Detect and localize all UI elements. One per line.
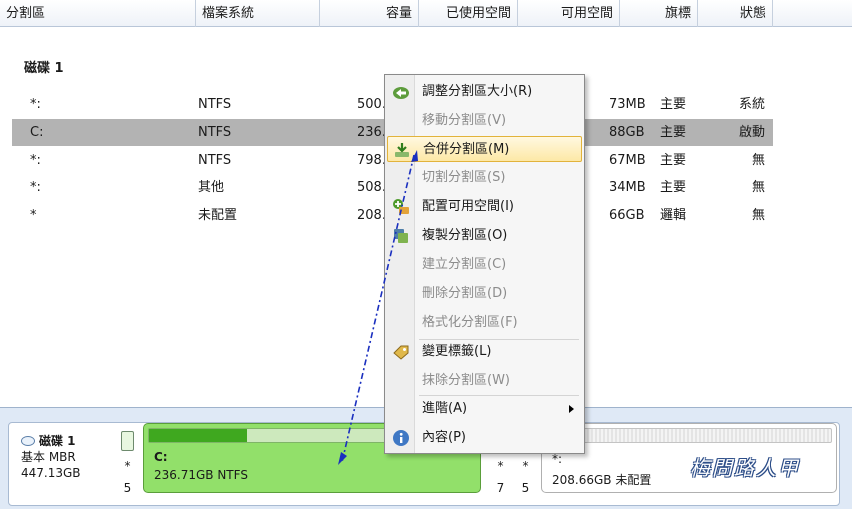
menu-item-label: 內容(P) bbox=[422, 430, 466, 445]
menu-item-label: 抹除分割區(W) bbox=[422, 373, 510, 388]
menu-item-split[interactable]: 切割分割區(S) bbox=[387, 165, 582, 191]
menu-item-label: 切割分割區(S) bbox=[422, 170, 506, 185]
partition-status: 無 bbox=[751, 180, 765, 195]
info-icon bbox=[393, 430, 409, 446]
partition-capacity: 208. bbox=[357, 208, 386, 223]
partition-name: C: bbox=[154, 450, 168, 464]
partition-label: * bbox=[522, 459, 529, 473]
partition-label: 5 bbox=[521, 481, 530, 495]
disk-map-title: 磁碟 1 bbox=[39, 434, 76, 448]
partition-label: 5 bbox=[123, 481, 132, 495]
partition-usage-bar bbox=[121, 431, 134, 451]
disk-map-partition-small[interactable]: * 5 bbox=[119, 431, 136, 503]
menu-item-merge[interactable]: 合併分割區(M) bbox=[387, 136, 582, 162]
menu-item-wipe[interactable]: 抹除分割區(W) bbox=[387, 368, 582, 394]
partition-free: 73MB bbox=[609, 97, 646, 112]
col-free[interactable]: 可用空間 bbox=[518, 0, 620, 27]
partition-label: 7 bbox=[496, 481, 505, 495]
menu-item-label: 進階(A) bbox=[422, 401, 468, 416]
menu-item-label: 移動分割區(V) bbox=[422, 113, 507, 128]
menu-item-label: 變更標籤(L) bbox=[422, 344, 492, 359]
menu-item-label: 刪除分割區(D) bbox=[422, 286, 508, 301]
partition-name: *: bbox=[30, 180, 41, 195]
partition-capacity: 236. bbox=[357, 125, 386, 140]
partition-info: 236.71GB NTFS bbox=[154, 468, 248, 482]
menu-item-properties[interactable]: 內容(P) bbox=[387, 425, 582, 451]
allocate-icon bbox=[393, 199, 409, 214]
partition-flag: 邏輯 bbox=[660, 208, 687, 223]
menu-item-create[interactable]: 建立分割區(C) bbox=[387, 252, 582, 278]
partition-status: 系統 bbox=[738, 97, 765, 112]
col-flag[interactable]: 旗標 bbox=[620, 0, 698, 27]
partition-flag: 主要 bbox=[660, 125, 687, 140]
unallocated-bar bbox=[546, 428, 832, 443]
menu-item-advanced[interactable]: 進階(A) bbox=[387, 396, 582, 422]
menu-item-change-label[interactable]: 變更標籤(L) bbox=[387, 339, 582, 365]
partition-free: 88GB bbox=[609, 125, 645, 140]
menu-item-move[interactable]: 移動分割區(V) bbox=[387, 108, 582, 134]
label-icon bbox=[393, 345, 409, 360]
partition-label: * bbox=[497, 459, 504, 473]
resize-icon bbox=[393, 87, 409, 99]
partition-free: 67MB bbox=[609, 153, 646, 168]
partition-name: *: bbox=[30, 153, 41, 168]
submenu-arrow-icon bbox=[569, 405, 574, 413]
menu-item-allocate[interactable]: 配置可用空間(I) bbox=[387, 194, 582, 220]
menu-item-label: 格式化分割區(F) bbox=[422, 315, 518, 330]
partition-fs: NTFS bbox=[198, 125, 232, 140]
menu-item-label: 合併分割區(M) bbox=[423, 142, 510, 157]
menu-item-copy[interactable]: 複製分割區(O) bbox=[387, 223, 582, 249]
menu-item-label: 建立分割區(C) bbox=[422, 257, 507, 272]
partition-flag: 主要 bbox=[660, 180, 687, 195]
menu-item-format[interactable]: 格式化分割區(F) bbox=[387, 310, 582, 336]
partition-capacity: 798. bbox=[357, 153, 386, 168]
partition-free: 34MB bbox=[609, 180, 646, 195]
partition-capacity: 508. bbox=[357, 180, 386, 195]
col-capacity[interactable]: 容量 bbox=[320, 0, 419, 27]
col-used[interactable]: 已使用空間 bbox=[419, 0, 518, 27]
disk-icon bbox=[21, 436, 35, 446]
watermark: 梅問路人甲 bbox=[690, 456, 800, 480]
merge-icon bbox=[395, 143, 409, 157]
context-menu: 調整分割區大小(R) 移動分割區(V) 合併分割區(M) 切割分割區(S) 配置… bbox=[384, 74, 585, 454]
partition-status: 無 bbox=[751, 208, 765, 223]
partition-label: * bbox=[124, 459, 131, 473]
col-status[interactable]: 狀態 bbox=[698, 0, 773, 27]
column-header: 分割區 檔案系統 容量 已使用空間 可用空間 旗標 狀態 bbox=[0, 0, 852, 27]
menu-item-resize[interactable]: 調整分割區大小(R) bbox=[387, 79, 582, 105]
partition-status: 啟動 bbox=[738, 125, 765, 140]
partition-fs: NTFS bbox=[198, 97, 232, 112]
partition-fs: 其他 bbox=[198, 180, 225, 195]
partition-usage-fill bbox=[149, 429, 247, 442]
menu-item-label: 配置可用空間(I) bbox=[422, 199, 514, 214]
col-partition[interactable]: 分割區 bbox=[0, 0, 196, 27]
partition-name: *: bbox=[552, 452, 563, 466]
partition-fs: 未配置 bbox=[198, 208, 238, 223]
menu-item-label: 調整分割區大小(R) bbox=[422, 84, 533, 99]
menu-item-delete[interactable]: 刪除分割區(D) bbox=[387, 281, 582, 307]
disk-title: 磁碟 1 bbox=[24, 61, 64, 76]
partition-fs: NTFS bbox=[198, 153, 232, 168]
partition-flag: 主要 bbox=[660, 153, 687, 168]
partition-status: 無 bbox=[751, 153, 765, 168]
partition-name: * bbox=[30, 208, 37, 223]
partition-name: *: bbox=[30, 97, 41, 112]
disk-type: 基本 MBR bbox=[21, 450, 76, 464]
disk-size: 447.13GB bbox=[21, 466, 81, 480]
partition-info: 208.66GB 未配置 bbox=[552, 473, 652, 487]
partition-free: 66GB bbox=[609, 208, 645, 223]
copy-icon bbox=[394, 229, 408, 243]
partition-name: C: bbox=[30, 125, 44, 140]
partition-flag: 主要 bbox=[660, 97, 687, 112]
disk-info[interactable]: 磁碟 1 基本 MBR 447.13GB bbox=[21, 433, 81, 481]
col-filesystem[interactable]: 檔案系統 bbox=[196, 0, 320, 27]
menu-item-label: 複製分割區(O) bbox=[422, 228, 508, 243]
